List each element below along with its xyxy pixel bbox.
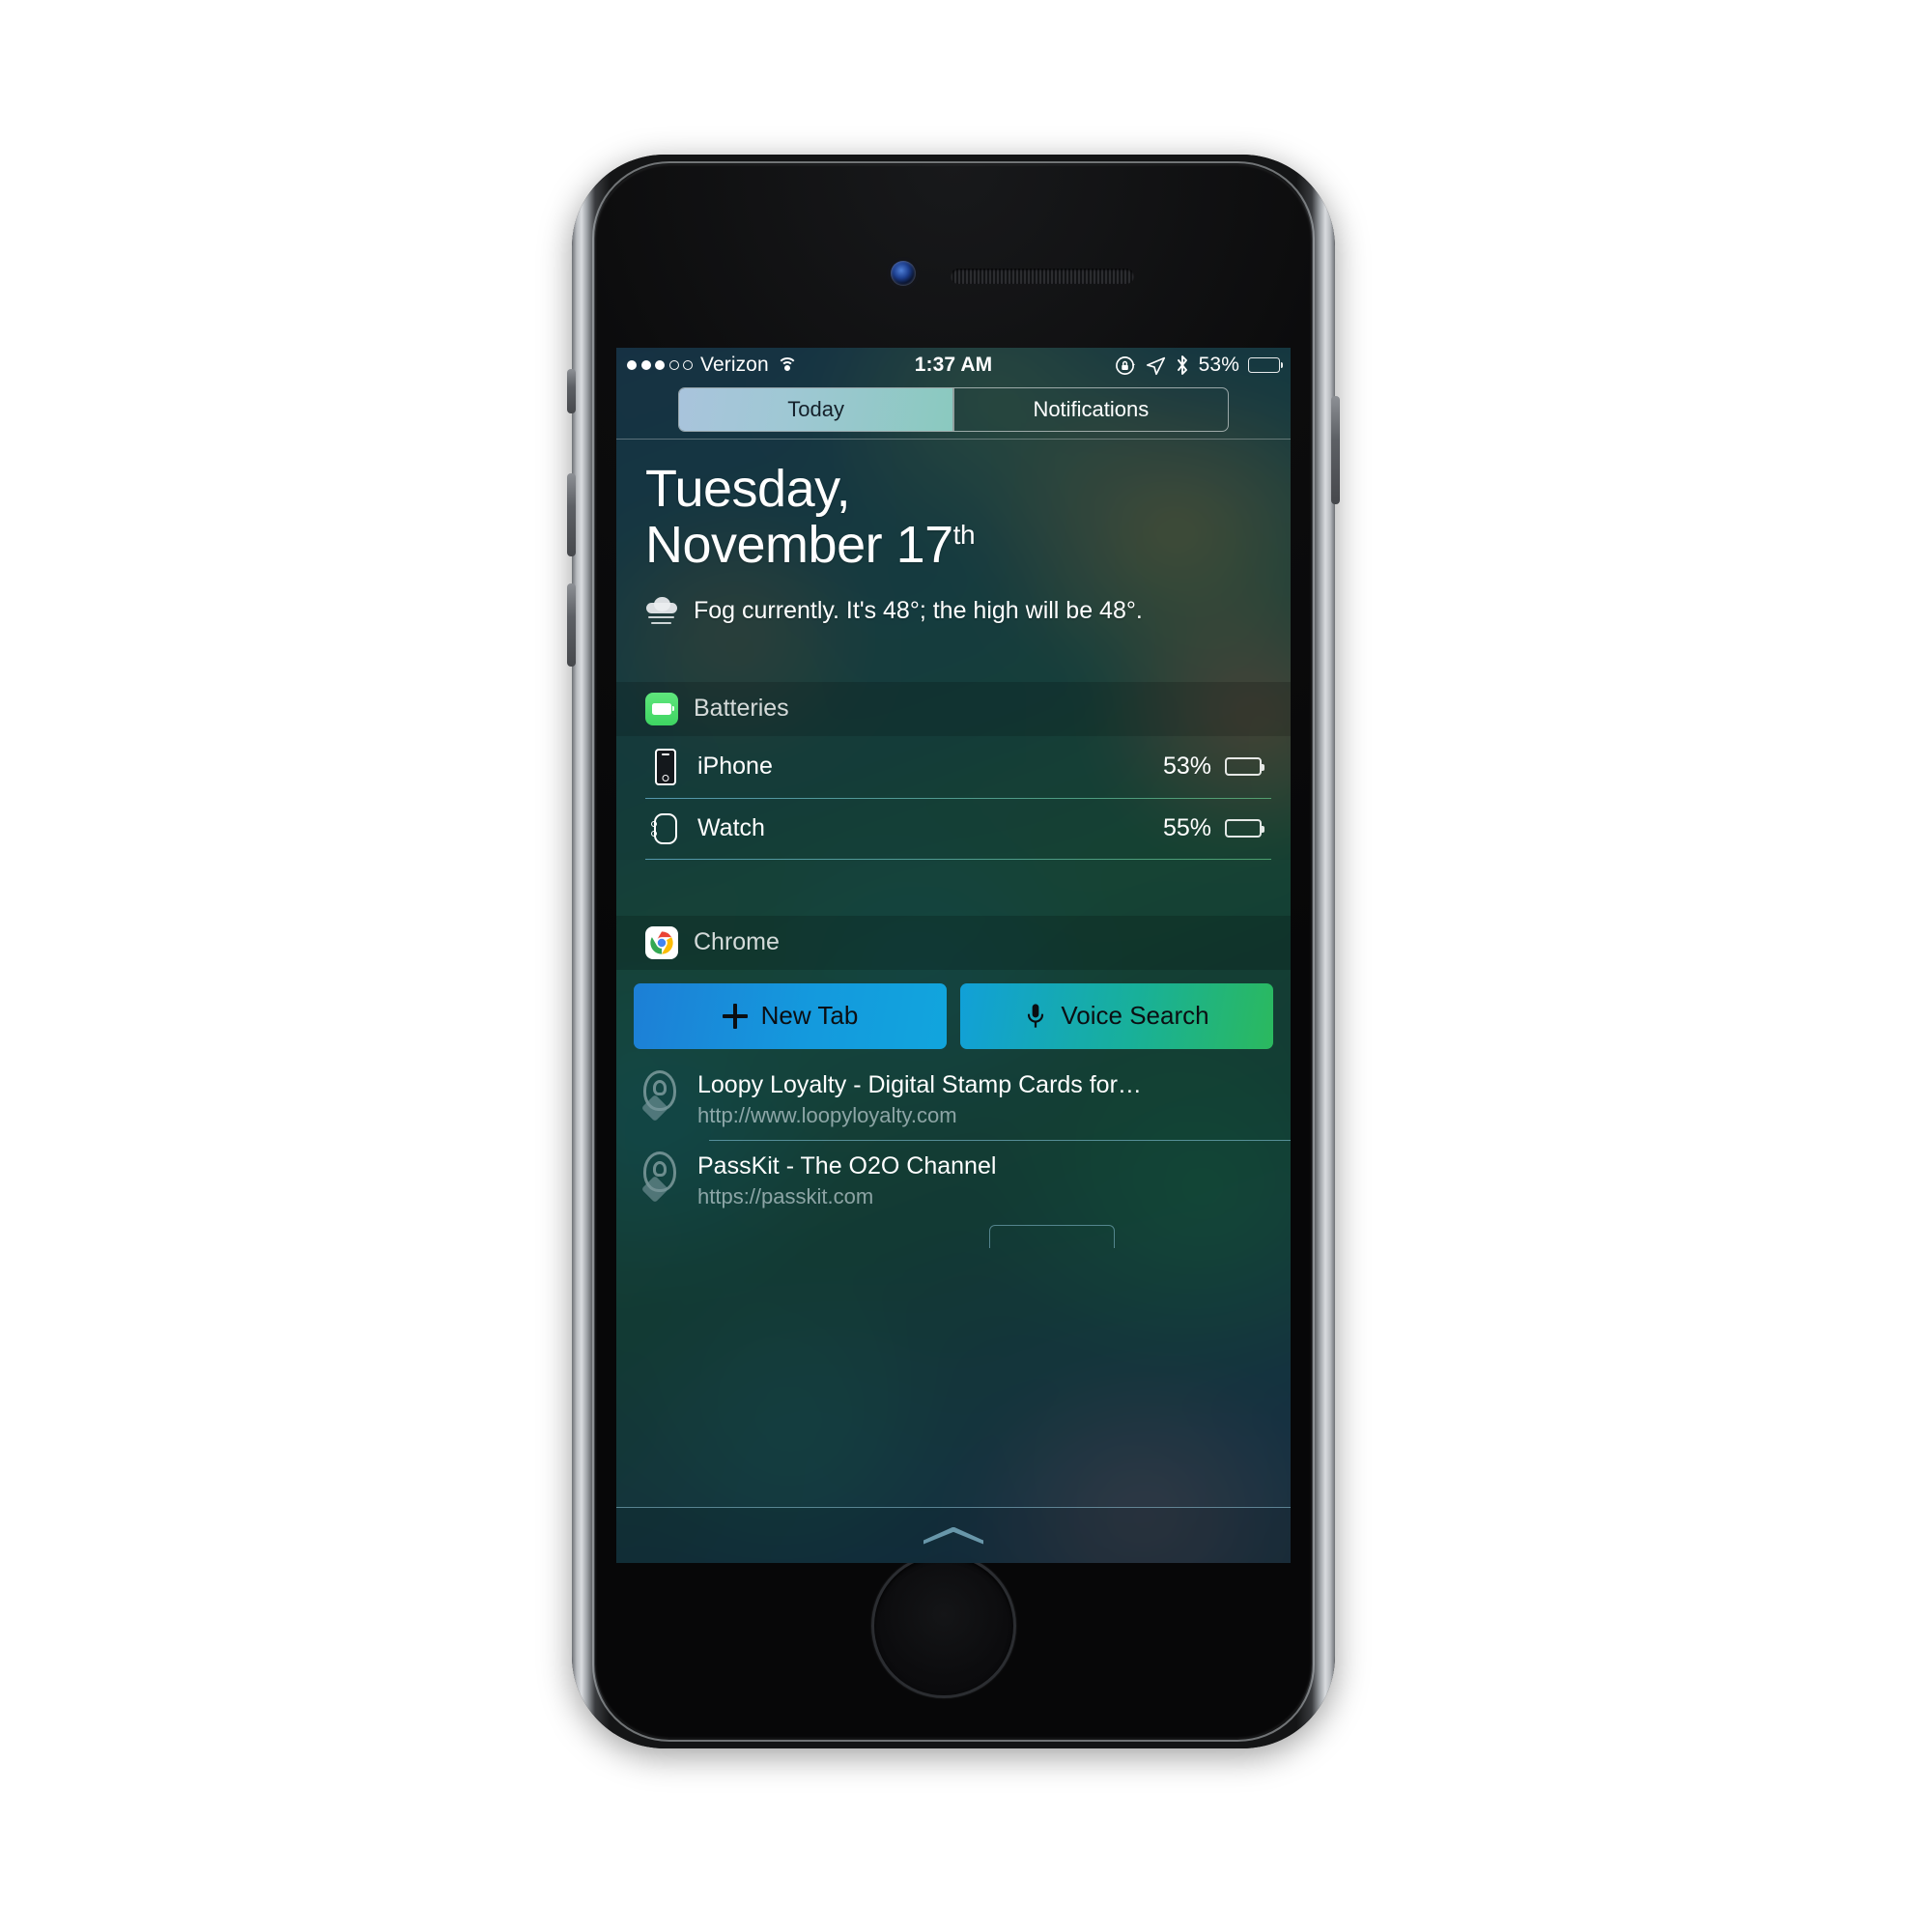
segmented-control[interactable]: Today Notifications: [678, 387, 1229, 432]
new-tab-label: New Tab: [760, 1001, 859, 1031]
chrome-action-buttons: New Tab Voice Search: [616, 970, 1291, 1059]
location-arrow-icon: [1146, 356, 1165, 375]
new-tab-button[interactable]: New Tab: [634, 982, 947, 1049]
voice-search-label: Voice Search: [1061, 1001, 1209, 1031]
notification-center-grabber-bar[interactable]: [616, 1507, 1291, 1563]
volume-up-button[interactable]: [567, 473, 576, 556]
chrome-app-icon: [645, 925, 678, 959]
battery-row-watch[interactable]: Watch 55%: [645, 797, 1271, 860]
tab-notifications[interactable]: Notifications: [954, 388, 1228, 431]
chrome-widget-header[interactable]: Chrome: [616, 915, 1291, 970]
battery-level-group: 53%: [1162, 753, 1264, 781]
date-ordinal-suffix: th: [952, 520, 976, 551]
battery-level-group: 55%: [1162, 814, 1264, 842]
batteries-device-list: iPhone 53% Watch 55%: [616, 736, 1291, 860]
screenshot-canvas: Verizon 1:37 AM 53% Today Notifications …: [0, 0, 1932, 1932]
battery-device-name: iPhone: [697, 753, 773, 781]
notification-center: Verizon 1:37 AM 53% Today Notifications …: [616, 348, 1291, 1563]
today-summary-widget: Tuesday, November 17th: [616, 440, 1291, 574]
date-line-month-day: November 17th: [645, 517, 1262, 573]
home-button[interactable]: [871, 1553, 1016, 1698]
wifi-icon: [777, 357, 798, 373]
fog-icon: [645, 596, 678, 626]
physical-web-pin-icon: [638, 1151, 682, 1204]
status-bar-left: Verizon: [627, 354, 798, 377]
status-bar: Verizon 1:37 AM 53%: [616, 348, 1291, 383]
status-battery-icon: [1248, 357, 1284, 373]
iphone-icon: [645, 748, 686, 785]
voice-search-button[interactable]: Voice Search: [960, 982, 1273, 1049]
rotation-lock-icon: [1115, 355, 1135, 375]
chevron-up-grabber-icon[interactable]: [923, 1526, 983, 1545]
cellular-signal-dots-icon: [627, 360, 693, 370]
plus-icon: [722, 1003, 748, 1029]
date-line-weekday: Tuesday,: [645, 460, 851, 518]
nc-tabs-container: Today Notifications: [616, 383, 1291, 439]
battery-bar-icon: [1225, 757, 1264, 777]
iphone-device: Verizon 1:37 AM 53% Today Notifications …: [567, 155, 1340, 1748]
battery-percent-label: 53%: [1162, 753, 1211, 781]
suggestion-title: Loopy Loyalty - Digital Stamp Cards for…: [697, 1070, 1142, 1098]
batteries-widget-header[interactable]: Batteries: [616, 681, 1291, 736]
microphone-icon: [1028, 1004, 1044, 1028]
front-camera-icon: [891, 261, 916, 286]
carrier-label: Verizon: [700, 354, 769, 376]
today-scroll-area[interactable]: Tuesday, November 17th Fog currently. It…: [616, 440, 1291, 1507]
battery-device-name: Watch: [697, 814, 765, 842]
batteries-widget-title: Batteries: [694, 695, 789, 723]
battery-percent-label: 55%: [1162, 814, 1211, 842]
physical-web-pin-icon: [638, 1069, 682, 1122]
suggestion-title: PassKit - The O2O Channel: [697, 1151, 997, 1179]
bluetooth-icon: [1177, 355, 1187, 375]
battery-row-iphone[interactable]: iPhone 53%: [645, 736, 1264, 798]
tab-today[interactable]: Today: [679, 388, 953, 431]
phone-screen: Verizon 1:37 AM 53% Today Notifications …: [616, 348, 1291, 1563]
chrome-widget-title: Chrome: [694, 928, 780, 956]
volume-down-button[interactable]: [567, 583, 576, 667]
partially-visible-card: [989, 1225, 1115, 1249]
watch-icon: [645, 812, 686, 844]
chrome-suggestion-row[interactable]: PassKit - The O2O Channel https://passki…: [616, 1139, 1291, 1221]
weather-summary-row: Fog currently. It's 48°; the high will b…: [616, 574, 1291, 626]
status-battery-percent: 53%: [1198, 354, 1239, 376]
batteries-app-icon: [645, 692, 678, 725]
status-bar-right: 53%: [1115, 354, 1284, 377]
suggestion-url: http://www.loopyloyalty.com: [697, 1102, 957, 1127]
suggestion-url: https://passkit.com: [697, 1184, 874, 1209]
silent-switch[interactable]: [567, 369, 576, 413]
battery-bar-icon: [1225, 819, 1264, 838]
date-month-day: November 17: [645, 516, 953, 575]
suggestion-text-group: Loopy Loyalty - Digital Stamp Cards for……: [697, 1070, 1269, 1128]
earpiece-speaker: [951, 269, 1134, 284]
suggestion-text-group: PassKit - The O2O Channel https://passki…: [697, 1151, 1269, 1209]
chrome-suggestion-row[interactable]: Loopy Loyalty - Digital Stamp Cards for……: [616, 1059, 1291, 1140]
power-button[interactable]: [1331, 396, 1340, 504]
widget-spacer: [616, 860, 1291, 916]
weather-summary-text: Fog currently. It's 48°; the high will b…: [694, 597, 1143, 625]
